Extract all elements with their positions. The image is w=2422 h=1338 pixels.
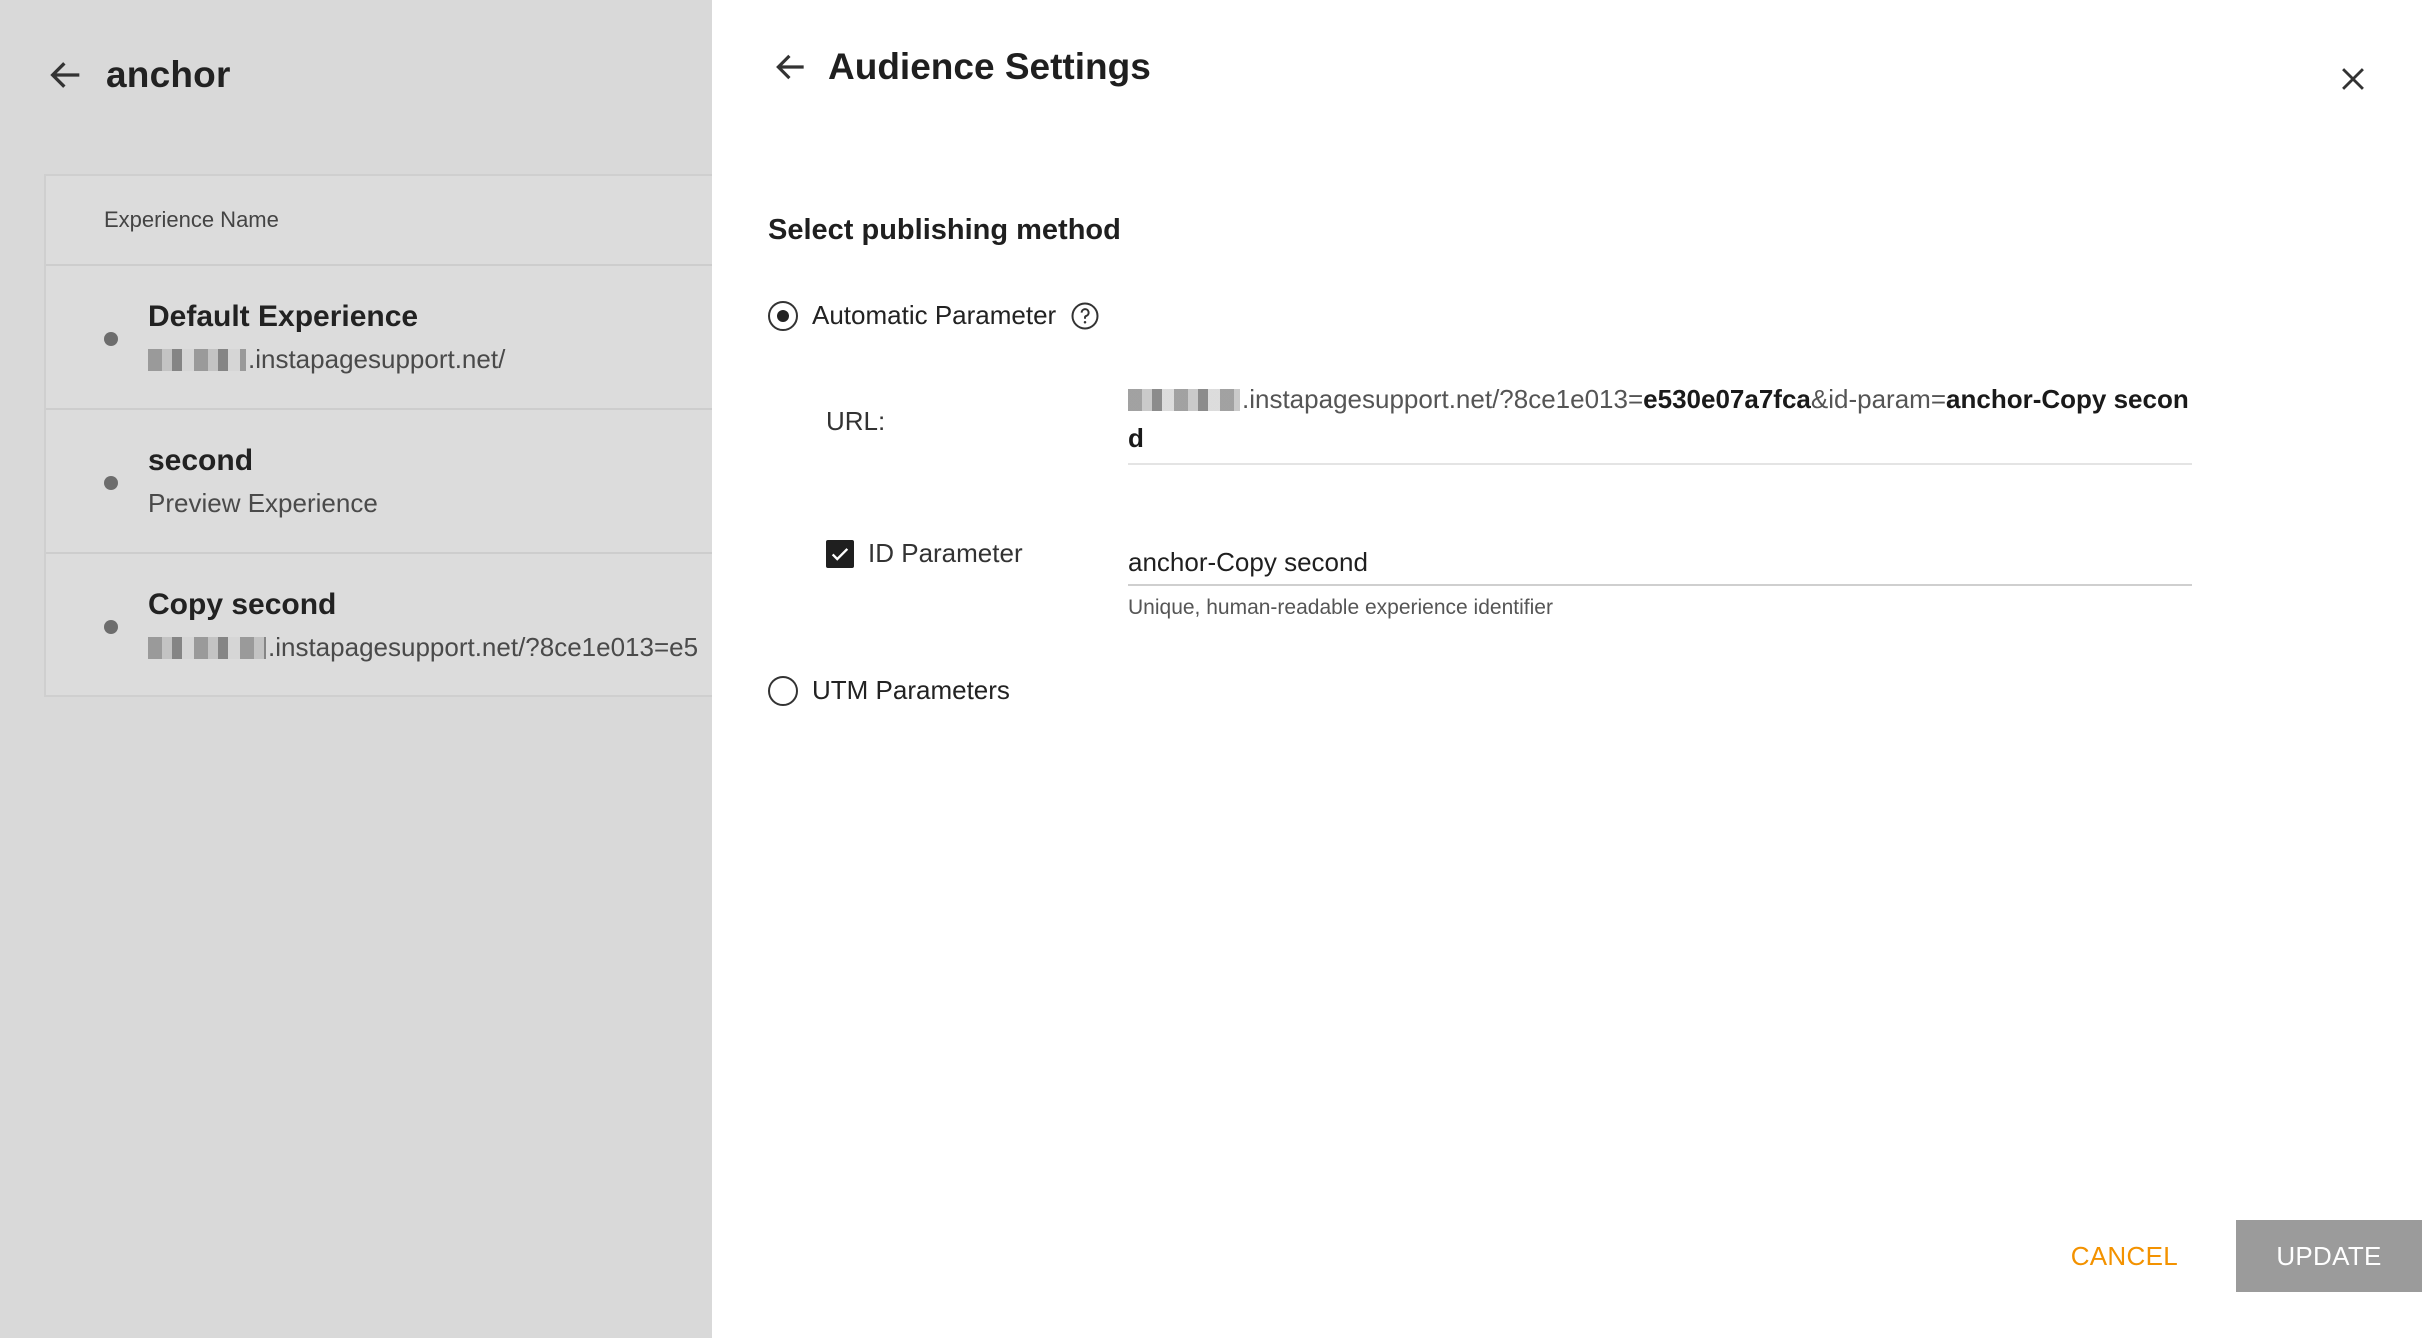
drawer-footer: CANCEL UPDATE	[2071, 1220, 2422, 1292]
update-button[interactable]: UPDATE	[2236, 1220, 2422, 1292]
experience-sub: Preview Experience	[148, 488, 378, 518]
redacted-domain	[1128, 389, 1240, 411]
url-hash: e530e07a7fca	[1643, 384, 1811, 414]
page-title: anchor	[106, 54, 231, 95]
drawer-header: Audience Settings	[772, 46, 1151, 88]
utm-parameters-option[interactable]: UTM Parameters	[768, 675, 1010, 706]
automatic-parameter-label: Automatic Parameter	[812, 300, 1057, 330]
id-parameter-input[interactable]	[1128, 540, 2192, 586]
experience-name: Default Experience	[148, 300, 419, 333]
section-title: Select publishing method	[768, 214, 1121, 246]
id-parameter-option[interactable]: ID Parameter	[826, 538, 1023, 569]
table-row[interactable]: second Preview Experience	[46, 410, 712, 554]
url-prefix: .instapagesupport.net/?8ce1e013=	[1242, 384, 1644, 414]
back-arrow-icon[interactable]	[46, 55, 86, 95]
table-row[interactable]: Copy second .instapagesupport.net/?8ce1e…	[46, 554, 712, 698]
url-param: &id-param=	[1810, 384, 1947, 414]
status-dot	[104, 476, 118, 490]
automatic-parameter-radio[interactable]	[768, 300, 798, 331]
experience-url: .instapagesupport.net/	[148, 344, 505, 375]
check-icon	[831, 547, 849, 561]
cancel-button[interactable]: CANCEL	[2071, 1241, 2178, 1272]
table-row[interactable]: Default Experience .instapagesupport.net…	[46, 266, 712, 410]
id-parameter-checkbox[interactable]	[826, 539, 854, 568]
background-page: anchor Experience Name Default Experienc…	[0, 0, 712, 1338]
experience-url: .instapagesupport.net/?8ce1e013=e5	[148, 632, 698, 663]
redacted-domain	[148, 637, 266, 659]
experience-name: Copy second	[148, 588, 337, 621]
utm-parameters-radio[interactable]	[768, 675, 798, 706]
drawer-title: Audience Settings	[828, 46, 1151, 87]
experience-name: second	[148, 444, 254, 477]
status-dot	[104, 332, 118, 346]
table-header-experience-name: Experience Name	[46, 176, 712, 266]
url-divider	[1128, 463, 2192, 465]
experience-url-text: .instapagesupport.net/	[248, 344, 506, 374]
id-parameter-help: Unique, human-readable experience identi…	[1128, 596, 1553, 619]
redacted-domain	[148, 349, 246, 371]
back-arrow-icon[interactable]	[772, 48, 810, 86]
automatic-parameter-option[interactable]: Automatic Parameter	[768, 300, 1100, 331]
experience-table: Experience Name Default Experience .inst…	[44, 174, 712, 697]
status-dot	[104, 620, 118, 634]
generated-url: .instapagesupport.net/?8ce1e013=e530e07a…	[1128, 380, 2192, 458]
close-icon[interactable]	[2336, 62, 2370, 96]
utm-parameters-label: UTM Parameters	[812, 675, 1010, 705]
url-label: URL:	[826, 406, 886, 436]
help-circle-icon[interactable]	[1070, 301, 1100, 331]
experience-url-text: .instapagesupport.net/?8ce1e013=e5	[268, 632, 699, 662]
id-parameter-label: ID Parameter	[868, 538, 1023, 568]
background-header: anchor	[46, 54, 231, 96]
audience-settings-drawer: Audience Settings Select publishing meth…	[712, 0, 2422, 1338]
